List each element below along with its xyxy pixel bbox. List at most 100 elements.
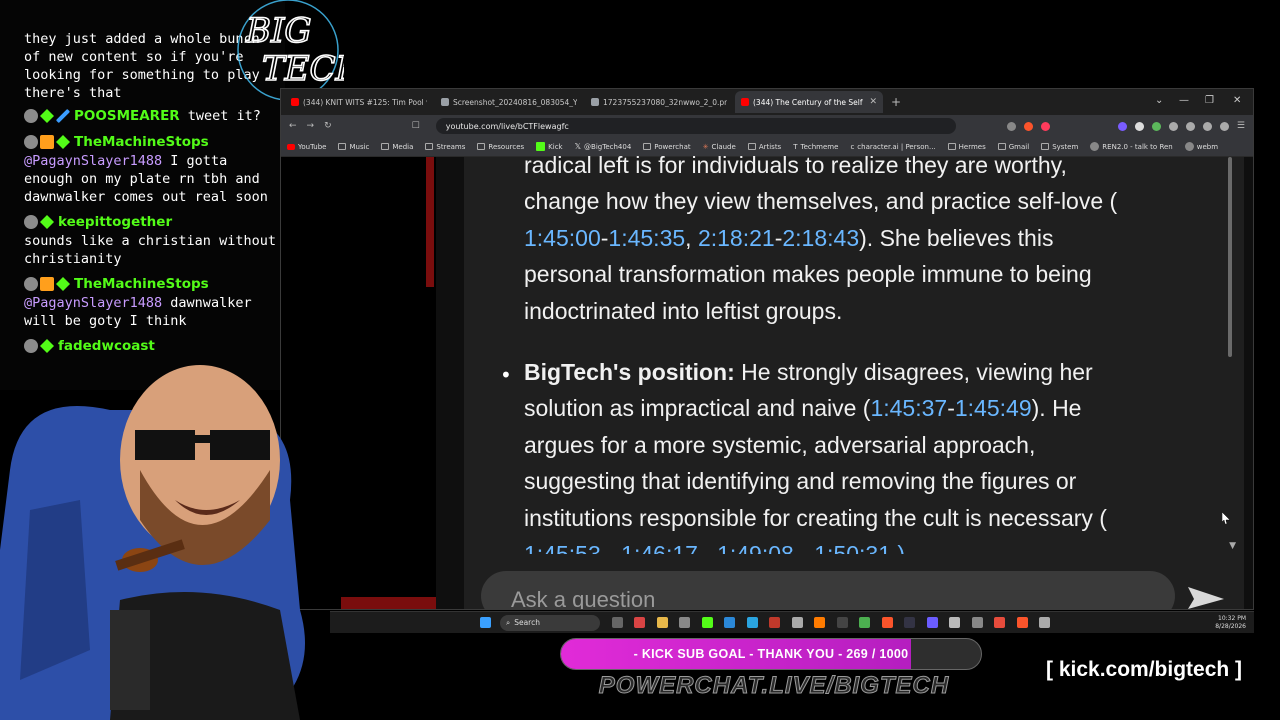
send-icon[interactable] (1186, 585, 1226, 609)
timestamp-link[interactable]: 1:45:35 (608, 225, 685, 251)
sidebar-icon[interactable] (1202, 121, 1212, 131)
bookmark-folder[interactable]: Streams (425, 143, 465, 151)
folder-icon (477, 143, 486, 150)
extension-icon[interactable] (1134, 121, 1144, 131)
windows-start-icon[interactable] (480, 617, 491, 628)
summary-paragraph: BigTech's position: He strongly disagree… (524, 354, 1204, 554)
app-icon[interactable] (679, 617, 690, 628)
address-bar[interactable]: youtube.com/live/bCTFlewagfc (435, 118, 956, 134)
user-badges (24, 277, 70, 291)
chat-mention[interactable]: @PagaynSlayer1488 (24, 153, 162, 169)
browser-toolbar: ← → ↻ ☐ youtube.com/live/bCTFlewagfc ☰ (281, 115, 1253, 137)
section-heading: BigTech's position: (524, 359, 735, 385)
chrome-icon[interactable] (859, 617, 870, 628)
minimize-icon[interactable]: — (1179, 95, 1189, 106)
user-badges (24, 108, 71, 124)
youtube-icon (287, 143, 295, 150)
scrollbar[interactable] (1228, 157, 1232, 357)
chat-user-row: keepittogether (0, 212, 285, 232)
tab-search-icon[interactable]: ⌄ (1155, 95, 1163, 106)
extension-icon[interactable] (1151, 121, 1161, 131)
ask-question-input[interactable]: Ask a question (481, 571, 1175, 609)
forward-icon[interactable]: → (307, 121, 315, 131)
kick-channel-link: [ kick.com/bigtech ] (1046, 658, 1243, 681)
back-icon[interactable]: ← (289, 121, 297, 131)
bigtech-logo: BIG TECH (237, 0, 344, 100)
logo-line2: TECH (262, 49, 344, 89)
chat-message: tweet it? (187, 108, 261, 124)
close-tab-icon[interactable]: ✕ (869, 97, 877, 107)
menu-icon[interactable]: ☰ (1237, 121, 1245, 131)
app-icon[interactable] (1039, 617, 1050, 628)
sub-goal-label: - KICK SUB GOAL - THANK YOU - 269 / 1000 (633, 647, 909, 661)
taskbar-search[interactable]: ⌕ Search (500, 614, 600, 631)
folder-icon (381, 143, 390, 150)
app-icon[interactable] (836, 617, 848, 628)
logo-line1: BIG (245, 11, 312, 51)
app-icon[interactable] (904, 617, 915, 628)
cast-icon[interactable] (1006, 121, 1016, 131)
app-icon[interactable] (814, 617, 825, 628)
close-window-icon[interactable]: ✕ (1233, 95, 1241, 106)
task-view-icon[interactable] (611, 617, 623, 628)
bookmark-folder[interactable]: Media (381, 143, 413, 151)
app-icon[interactable] (701, 617, 713, 628)
timestamp-link[interactable]: 1:45:53 - 1:46:17 , 1:49:08 - 1:50:31 ) (524, 541, 905, 554)
app-icon[interactable] (971, 617, 983, 628)
kick-sub-goal-bar: - KICK SUB GOAL - THANK YOU - 269 / 1000 (560, 638, 982, 670)
user-badges (24, 215, 54, 229)
folder-icon (338, 143, 347, 150)
youtube-icon (741, 98, 749, 106)
restore-icon[interactable]: ❐ (1205, 95, 1214, 106)
extension-icon[interactable] (1117, 121, 1127, 131)
chat-username[interactable]: POOSMEARER (74, 108, 180, 124)
app-icon[interactable] (994, 617, 1005, 628)
browser-tab[interactable]: Screenshot_20240816_083054_YouTu (435, 91, 583, 113)
browser-tab[interactable]: 1723755237080_32nwwo_2_0.png (8 (585, 91, 733, 113)
bullet-dot: • (500, 363, 512, 387)
brave-icon[interactable] (1016, 617, 1028, 628)
powerchat-banner: POWERCHAT.LIVE/BIGTECH (598, 672, 950, 700)
timestamp-link[interactable]: 1:45:37 (870, 395, 947, 421)
wallet-icon[interactable] (1219, 121, 1229, 131)
app-icon[interactable] (769, 617, 780, 628)
brave-shield-icon[interactable] (1023, 121, 1033, 131)
app-icon[interactable] (949, 617, 960, 628)
bookmark-page-icon[interactable]: ☐ (412, 121, 420, 131)
app-icon[interactable] (634, 617, 645, 628)
new-tab-icon[interactable]: + (891, 95, 901, 109)
timestamp-link[interactable]: 1:45:49 (955, 395, 1032, 421)
puzzle-icon[interactable] (1185, 121, 1195, 131)
bookmark-folder[interactable]: Resources (477, 143, 524, 151)
telegram-icon[interactable] (746, 617, 758, 628)
chat-username[interactable]: TheMachineStops (74, 134, 209, 150)
browser-tab[interactable]: (344) KNIT WITS #125: Tim Pool vs D (285, 91, 433, 113)
chat-user-row: POOSMEARER tweet it? (0, 106, 285, 126)
extension-icon[interactable] (1168, 121, 1178, 131)
bookmark-youtube[interactable]: YouTube (287, 143, 326, 151)
search-icon: ⌕ (506, 617, 511, 627)
timestamp-link[interactable]: 1:45:00 (524, 225, 601, 251)
scroll-down-icon[interactable]: ▼ (1229, 541, 1236, 551)
youtube-icon (291, 98, 299, 106)
streamer-avatar-image (0, 365, 305, 720)
brave-icon[interactable] (881, 617, 893, 628)
app-icon[interactable] (926, 617, 938, 628)
bookmark-folder[interactable]: Music (338, 143, 369, 151)
browser-tab-active[interactable]: (344) The Century of the Self Wa ✕ (735, 91, 883, 113)
globe-icon (441, 98, 449, 106)
app-icon[interactable] (791, 617, 803, 628)
rewards-icon[interactable] (1040, 121, 1050, 131)
url-text: youtube.com/live/bCTFlewagfc (445, 121, 569, 131)
app-icon[interactable] (724, 617, 735, 628)
system-clock[interactable]: 10:32 PM 8/28/2026 (1215, 615, 1246, 631)
chat-mention[interactable]: @PagaynSlayer1488 (24, 295, 162, 311)
video-edge (341, 597, 436, 609)
chat-username[interactable]: keepittogether (58, 214, 172, 230)
chat-username[interactable]: TheMachineStops (74, 276, 209, 292)
timestamp-link[interactable]: 2:18:43 (782, 225, 859, 251)
file-explorer-icon[interactable] (656, 617, 668, 628)
reload-icon[interactable]: ↻ (324, 121, 332, 131)
video-edge (426, 157, 434, 287)
timestamp-link[interactable]: 2:18:21 (698, 225, 775, 251)
